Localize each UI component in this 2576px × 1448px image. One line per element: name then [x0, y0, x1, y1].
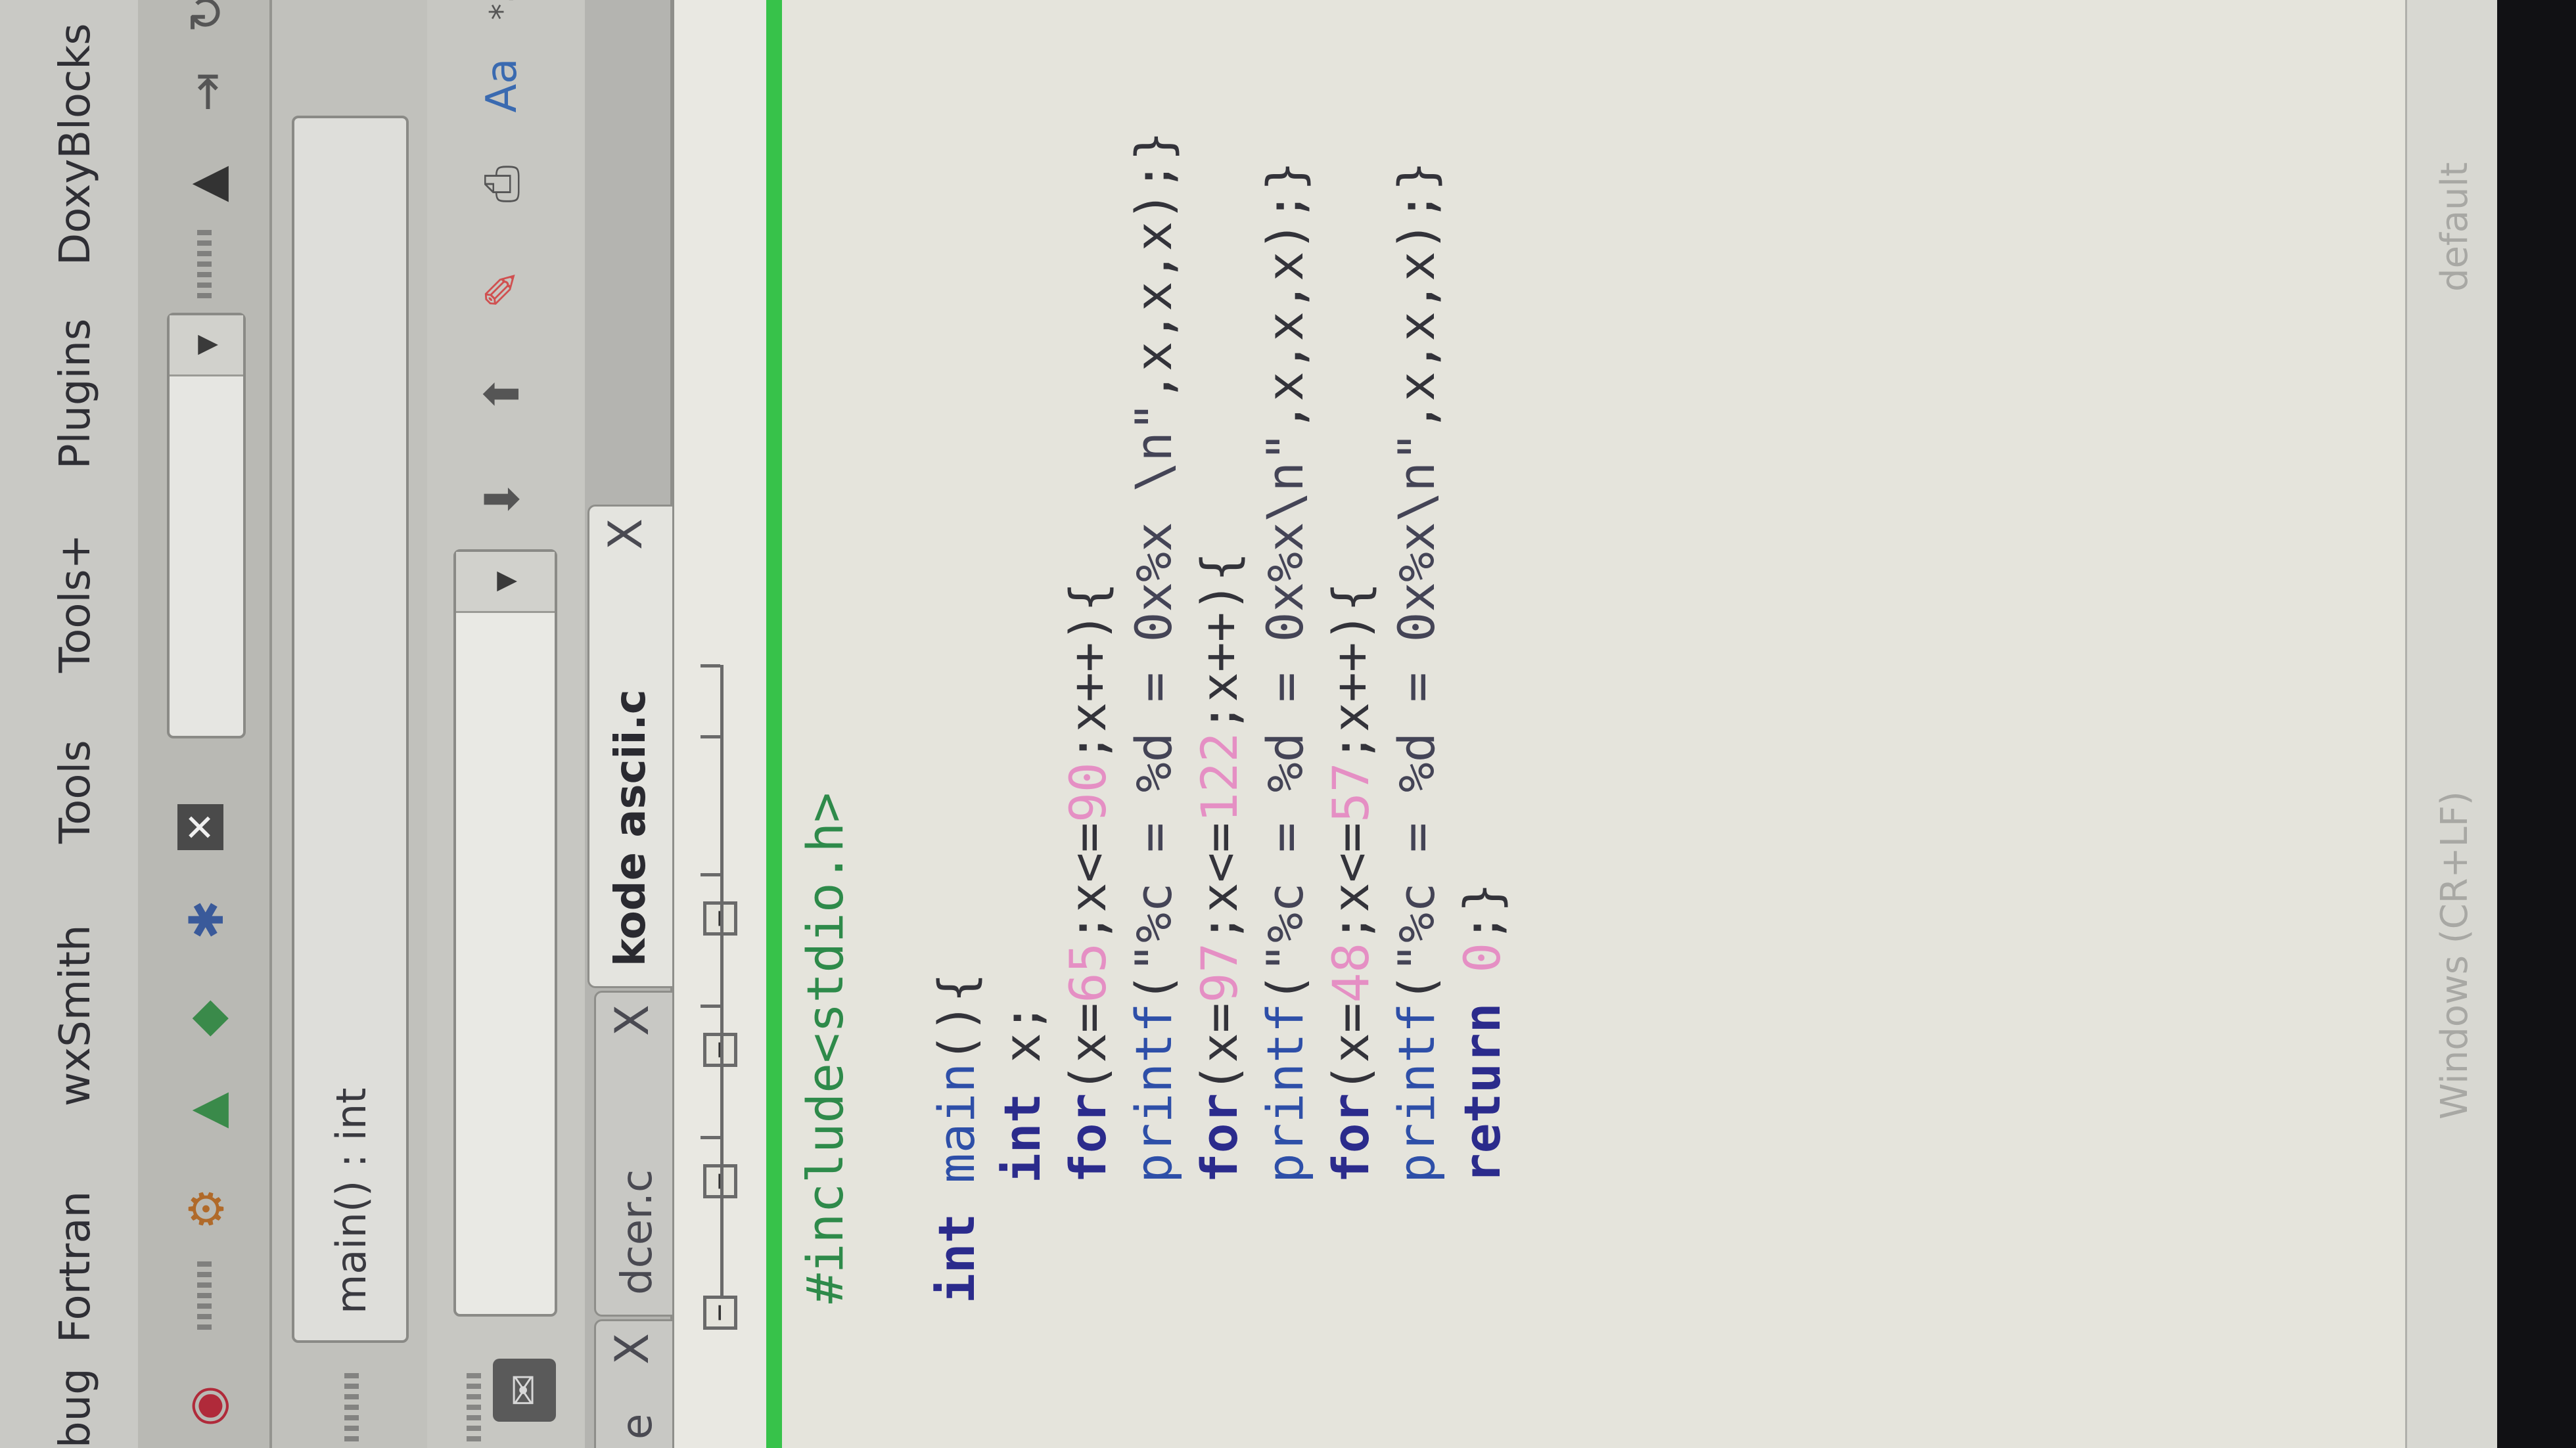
close-icon[interactable]: X — [605, 1005, 659, 1036]
build-run-icon[interactable]: ◆ — [177, 989, 235, 1047]
code-line[interactable]: printf("%c = %d = 0x%x\n",x,x,x);} — [1387, 161, 1446, 1303]
menu-tools[interactable]: Tools — [51, 740, 100, 844]
tab-kode-ascii-c[interactable]: kode ascii.c X — [587, 505, 672, 988]
code-line[interactable]: for(x=97;x<=122;x++){ — [1190, 552, 1249, 1303]
menu-plugins[interactable]: Plugins — [51, 319, 100, 469]
toolbar-grip[interactable] — [344, 1369, 359, 1441]
fold-guide — [701, 664, 720, 667]
gear-icon[interactable]: ⚙ — [177, 1180, 235, 1238]
toolbar-grip[interactable] — [197, 226, 212, 298]
fold-toggle-icon[interactable]: − — [702, 1296, 737, 1330]
code-line[interactable]: #include<stdio.h> — [796, 792, 854, 1303]
tab-previous-file[interactable]: e X — [594, 1319, 672, 1448]
regex-icon[interactable]: *. — [473, 0, 531, 35]
close-icon[interactable]: X — [605, 1333, 659, 1365]
arrow-up-icon[interactable]: ⬆ — [473, 365, 531, 423]
fold-guide — [701, 873, 720, 876]
code-line[interactable]: int x; — [993, 1003, 1051, 1303]
build-target-select[interactable]: ▼ — [167, 313, 246, 738]
fold-guide — [701, 735, 720, 738]
main-toolbar: ◉ ⚙ ▲ ◆ ✱ ✕ ▼ ▲ ⇥ ↻ — [138, 0, 272, 1448]
fold-gutter: − − − − — [674, 0, 766, 1448]
envelope-icon[interactable]: ✉ — [493, 1359, 556, 1422]
code-editor[interactable]: − − − − #include<stdio.h> int main(){ int… — [674, 0, 2497, 1448]
code-line[interactable]: printf("%c = %d = 0x%x\n",x,x,x);} — [1256, 161, 1314, 1303]
fold-guide — [720, 665, 724, 1296]
toolbar-grip[interactable] — [467, 1369, 481, 1441]
line-ending-status: Windows (CR+LF) — [2433, 791, 2476, 1120]
debug-run-icon[interactable]: ◉ — [177, 1377, 235, 1435]
menu-doxyblocks[interactable]: DoxyBlocks — [51, 23, 100, 265]
ide-window: bug Fortran wxSmith Tools Tools+ Plugins… — [0, 0, 2497, 1448]
screen-photo: bug Fortran wxSmith Tools Tools+ Plugins… — [0, 0, 2576, 1448]
fold-guide — [701, 1136, 720, 1139]
changed-lines-marker — [766, 0, 782, 1448]
tab-label: dcer.c — [613, 1169, 662, 1295]
scope-select[interactable]: main() : int — [292, 116, 409, 1343]
menu-bar: bug Fortran wxSmith Tools Tools+ Plugins… — [0, 0, 141, 1448]
abort-icon[interactable]: ✕ — [177, 804, 223, 850]
editor-tab-bar: e X dcer.c X kode ascii.c X — [585, 0, 674, 1448]
encoding-status: default — [2433, 162, 2476, 292]
code-line[interactable]: printf("%c = %d = 0x%x \n",x,x,x);} — [1124, 131, 1183, 1303]
toolbar-grip[interactable] — [197, 1257, 212, 1330]
menu-fortran[interactable]: Fortran — [51, 1191, 100, 1343]
step-into-icon[interactable]: ⇥ — [177, 63, 235, 121]
code-line[interactable]: return 0;} — [1453, 882, 1511, 1303]
code-line[interactable]: int main(){ — [927, 973, 986, 1303]
arrow-down-icon[interactable]: ⬇ — [473, 470, 531, 528]
close-icon[interactable]: X — [599, 518, 653, 550]
menu-tools-plus[interactable]: Tools+ — [51, 534, 100, 673]
highlight-icon[interactable]: ✎ — [473, 260, 531, 318]
match-case-icon[interactable]: Aa — [473, 57, 531, 114]
menu-debug[interactable]: bug — [51, 1368, 100, 1448]
code-line[interactable]: for(x=48;x<=57;x++){ — [1322, 582, 1380, 1303]
code-completion-toolbar: main() : int — [272, 0, 427, 1448]
status-bar: Windows (CR+LF) default — [2405, 0, 2497, 1448]
print-icon[interactable]: ⎙ — [473, 155, 531, 213]
tab-label: kode ascii.c — [607, 689, 655, 966]
debug-continue-icon[interactable]: ▲ — [177, 155, 235, 213]
menu-wxsmith[interactable]: wxSmith — [51, 924, 100, 1106]
run-icon[interactable]: ▲ — [177, 1081, 235, 1139]
step-out-icon[interactable]: ↻ — [177, 0, 235, 42]
navigation-toolbar: ✉ ▼ ⬇ ⬆ ✎ ⎙ Aa *. — [427, 0, 587, 1448]
fold-guide — [701, 1005, 720, 1008]
tab-label: e — [613, 1413, 662, 1439]
symbol-select[interactable]: ▼ — [453, 549, 557, 1317]
code-line[interactable]: for(x=65;x<=90;x++){ — [1059, 582, 1117, 1303]
chevron-down-icon[interactable]: ▼ — [170, 315, 243, 376]
scope-select-value: main() : int — [327, 1087, 375, 1314]
rebuild-icon[interactable]: ✱ — [177, 891, 235, 949]
tab-dcer-c[interactable]: dcer.c X — [594, 991, 672, 1317]
chevron-down-icon[interactable]: ▼ — [456, 552, 555, 613]
